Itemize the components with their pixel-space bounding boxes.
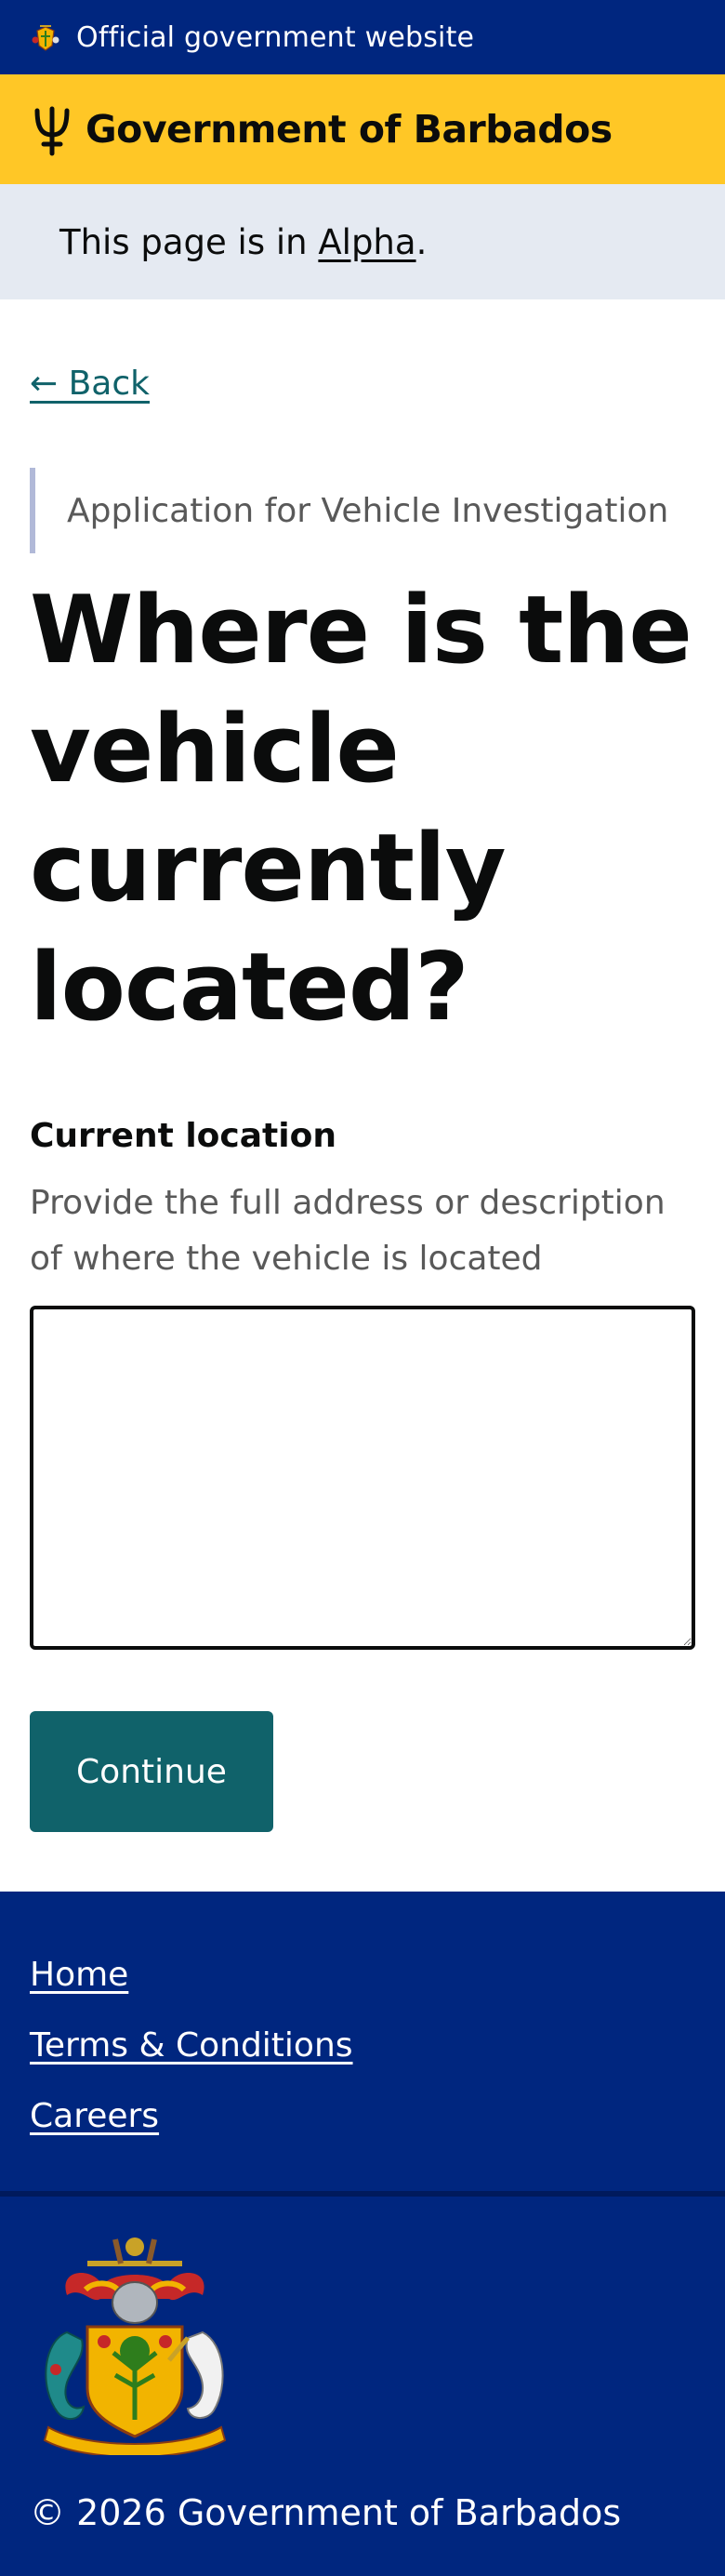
footer: Home Terms & Conditions Careers © 2026 G… (0, 1892, 725, 2576)
phase-text: This page is in Alpha. (59, 222, 427, 262)
field-label: Current location (30, 1117, 336, 1155)
coat-of-arms-icon (43, 2237, 227, 2455)
government-name: Government of Barbados (86, 107, 613, 152)
brand-bar: Government of Barbados (0, 74, 725, 184)
barbados-crest-icon (32, 25, 59, 51)
footer-bottom: © 2026 Government of Barbados (0, 2197, 725, 2576)
field-hint: Provide the full address or description … (30, 1184, 666, 1278)
current-location-textarea[interactable] (30, 1306, 695, 1650)
footer-link-careers[interactable]: Careers (30, 2096, 695, 2137)
form-caption: Application for Vehicle Investigation (67, 491, 669, 530)
caption-block: Application for Vehicle Investigation (30, 468, 695, 553)
footer-link-terms[interactable]: Terms & Conditions (30, 2025, 695, 2066)
back-link[interactable]: ← Back (30, 365, 150, 403)
phase-prefix: This page is in (59, 221, 319, 262)
main-content: ← Back Application for Vehicle Investiga… (0, 299, 725, 1832)
footer-link-home[interactable]: Home (30, 1955, 695, 1996)
continue-button[interactable]: Continue (30, 1711, 273, 1832)
footer-nav: Home Terms & Conditions Careers (0, 1892, 725, 2197)
page-title: Where is the vehicle currently located? (30, 575, 692, 1042)
phase-banner: This page is in Alpha. (0, 184, 725, 299)
phase-suffix: . (415, 221, 428, 262)
alpha-link[interactable]: Alpha (318, 222, 415, 262)
copyright-text: © 2026 Government of Barbados (30, 2492, 622, 2533)
trident-icon (34, 106, 70, 156)
official-banner: Official government website (0, 0, 725, 74)
official-website-text: Official government website (76, 20, 475, 54)
